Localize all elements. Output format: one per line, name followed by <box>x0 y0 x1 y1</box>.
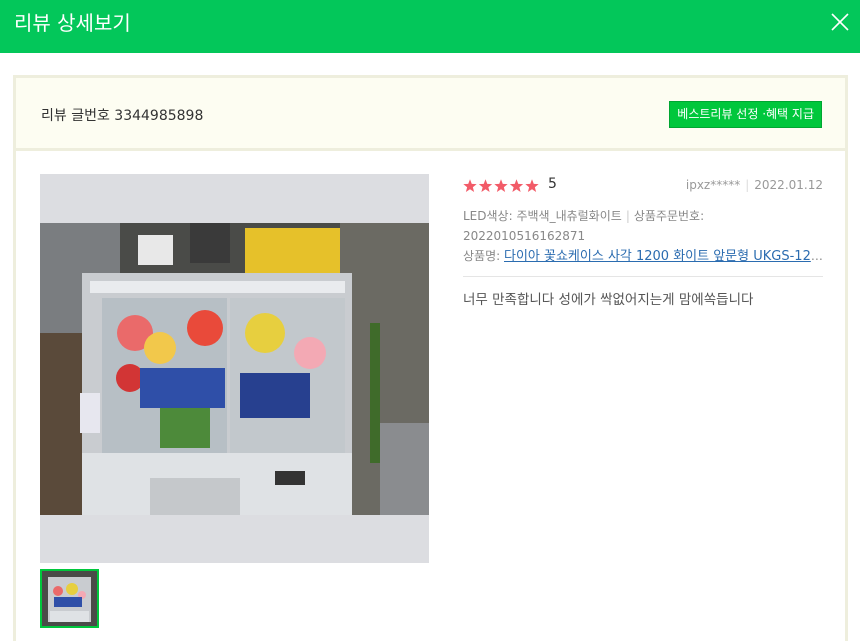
rating-row: 5 ipxz***** | 2022.01.12 <box>463 174 823 198</box>
product-options: LED색상: 주백색_내츄럴화이트 | 상품주문번호: 20220105161628… <box>463 206 823 246</box>
review-main-image <box>40 174 429 563</box>
star-icon <box>509 179 524 192</box>
meta-divider: | <box>745 178 750 192</box>
close-icon[interactable] <box>830 12 850 32</box>
review-detail-panel: 리뷰 글번호 3344985898 베스트리뷰 선정 ·혜택 지급 5 ipxz… <box>13 75 848 641</box>
review-number: 리뷰 글번호 3344985898 <box>41 108 204 124</box>
flower-showcase-photo <box>40 223 429 515</box>
review-meta: ipxz***** | 2022.01.12 <box>686 178 823 192</box>
product-name-label: 상품명: <box>463 249 501 263</box>
star-icon <box>494 179 508 192</box>
review-date: 2022.01.12 <box>754 178 823 192</box>
star-icon <box>478 179 493 192</box>
order-number: 2022010516162871 <box>463 229 586 243</box>
stars-svg <box>463 179 539 192</box>
option-value: LED색상: 주백색_내츄럴화이트 <box>463 209 622 223</box>
star-icon <box>525 179 539 192</box>
modal-title: 리뷰 상세보기 <box>14 11 131 35</box>
review-content: 5 ipxz***** | 2022.01.12 LED색상: 주백색_내츄럴화이트… <box>463 174 823 310</box>
best-review-button[interactable]: 베스트리뷰 선정 ·혜택 지급 <box>669 101 822 128</box>
option-divider: | <box>625 209 630 223</box>
review-body: 너무 만족합니다 성에가 싹없어지는게 맘에쏙듭니다 <box>463 292 754 308</box>
order-number-label: 상품주문번호: <box>633 209 705 223</box>
product-name-row: 상품명: 다이아 꽃쇼케이스 사각 1200 화이트 앞문형 UKGS-1200 <box>463 246 823 267</box>
flower-showcase-thumbnail <box>42 571 97 626</box>
star-rating <box>463 178 541 197</box>
rating-score: 5 <box>548 176 557 192</box>
star-icon <box>463 179 477 192</box>
review-thumbnail[interactable] <box>40 569 99 628</box>
review-info-bar: 리뷰 글번호 3344985898 베스트리뷰 선정 ·혜택 지급 <box>16 78 845 151</box>
modal-header: 리뷰 상세보기 <box>0 0 860 53</box>
reviewer-id: ipxz***** <box>685 178 741 192</box>
content-divider <box>463 276 823 277</box>
product-name-link[interactable]: 다이아 꽃쇼케이스 사각 1200 화이트 앞문형 UKGS-1200 <box>504 249 823 264</box>
